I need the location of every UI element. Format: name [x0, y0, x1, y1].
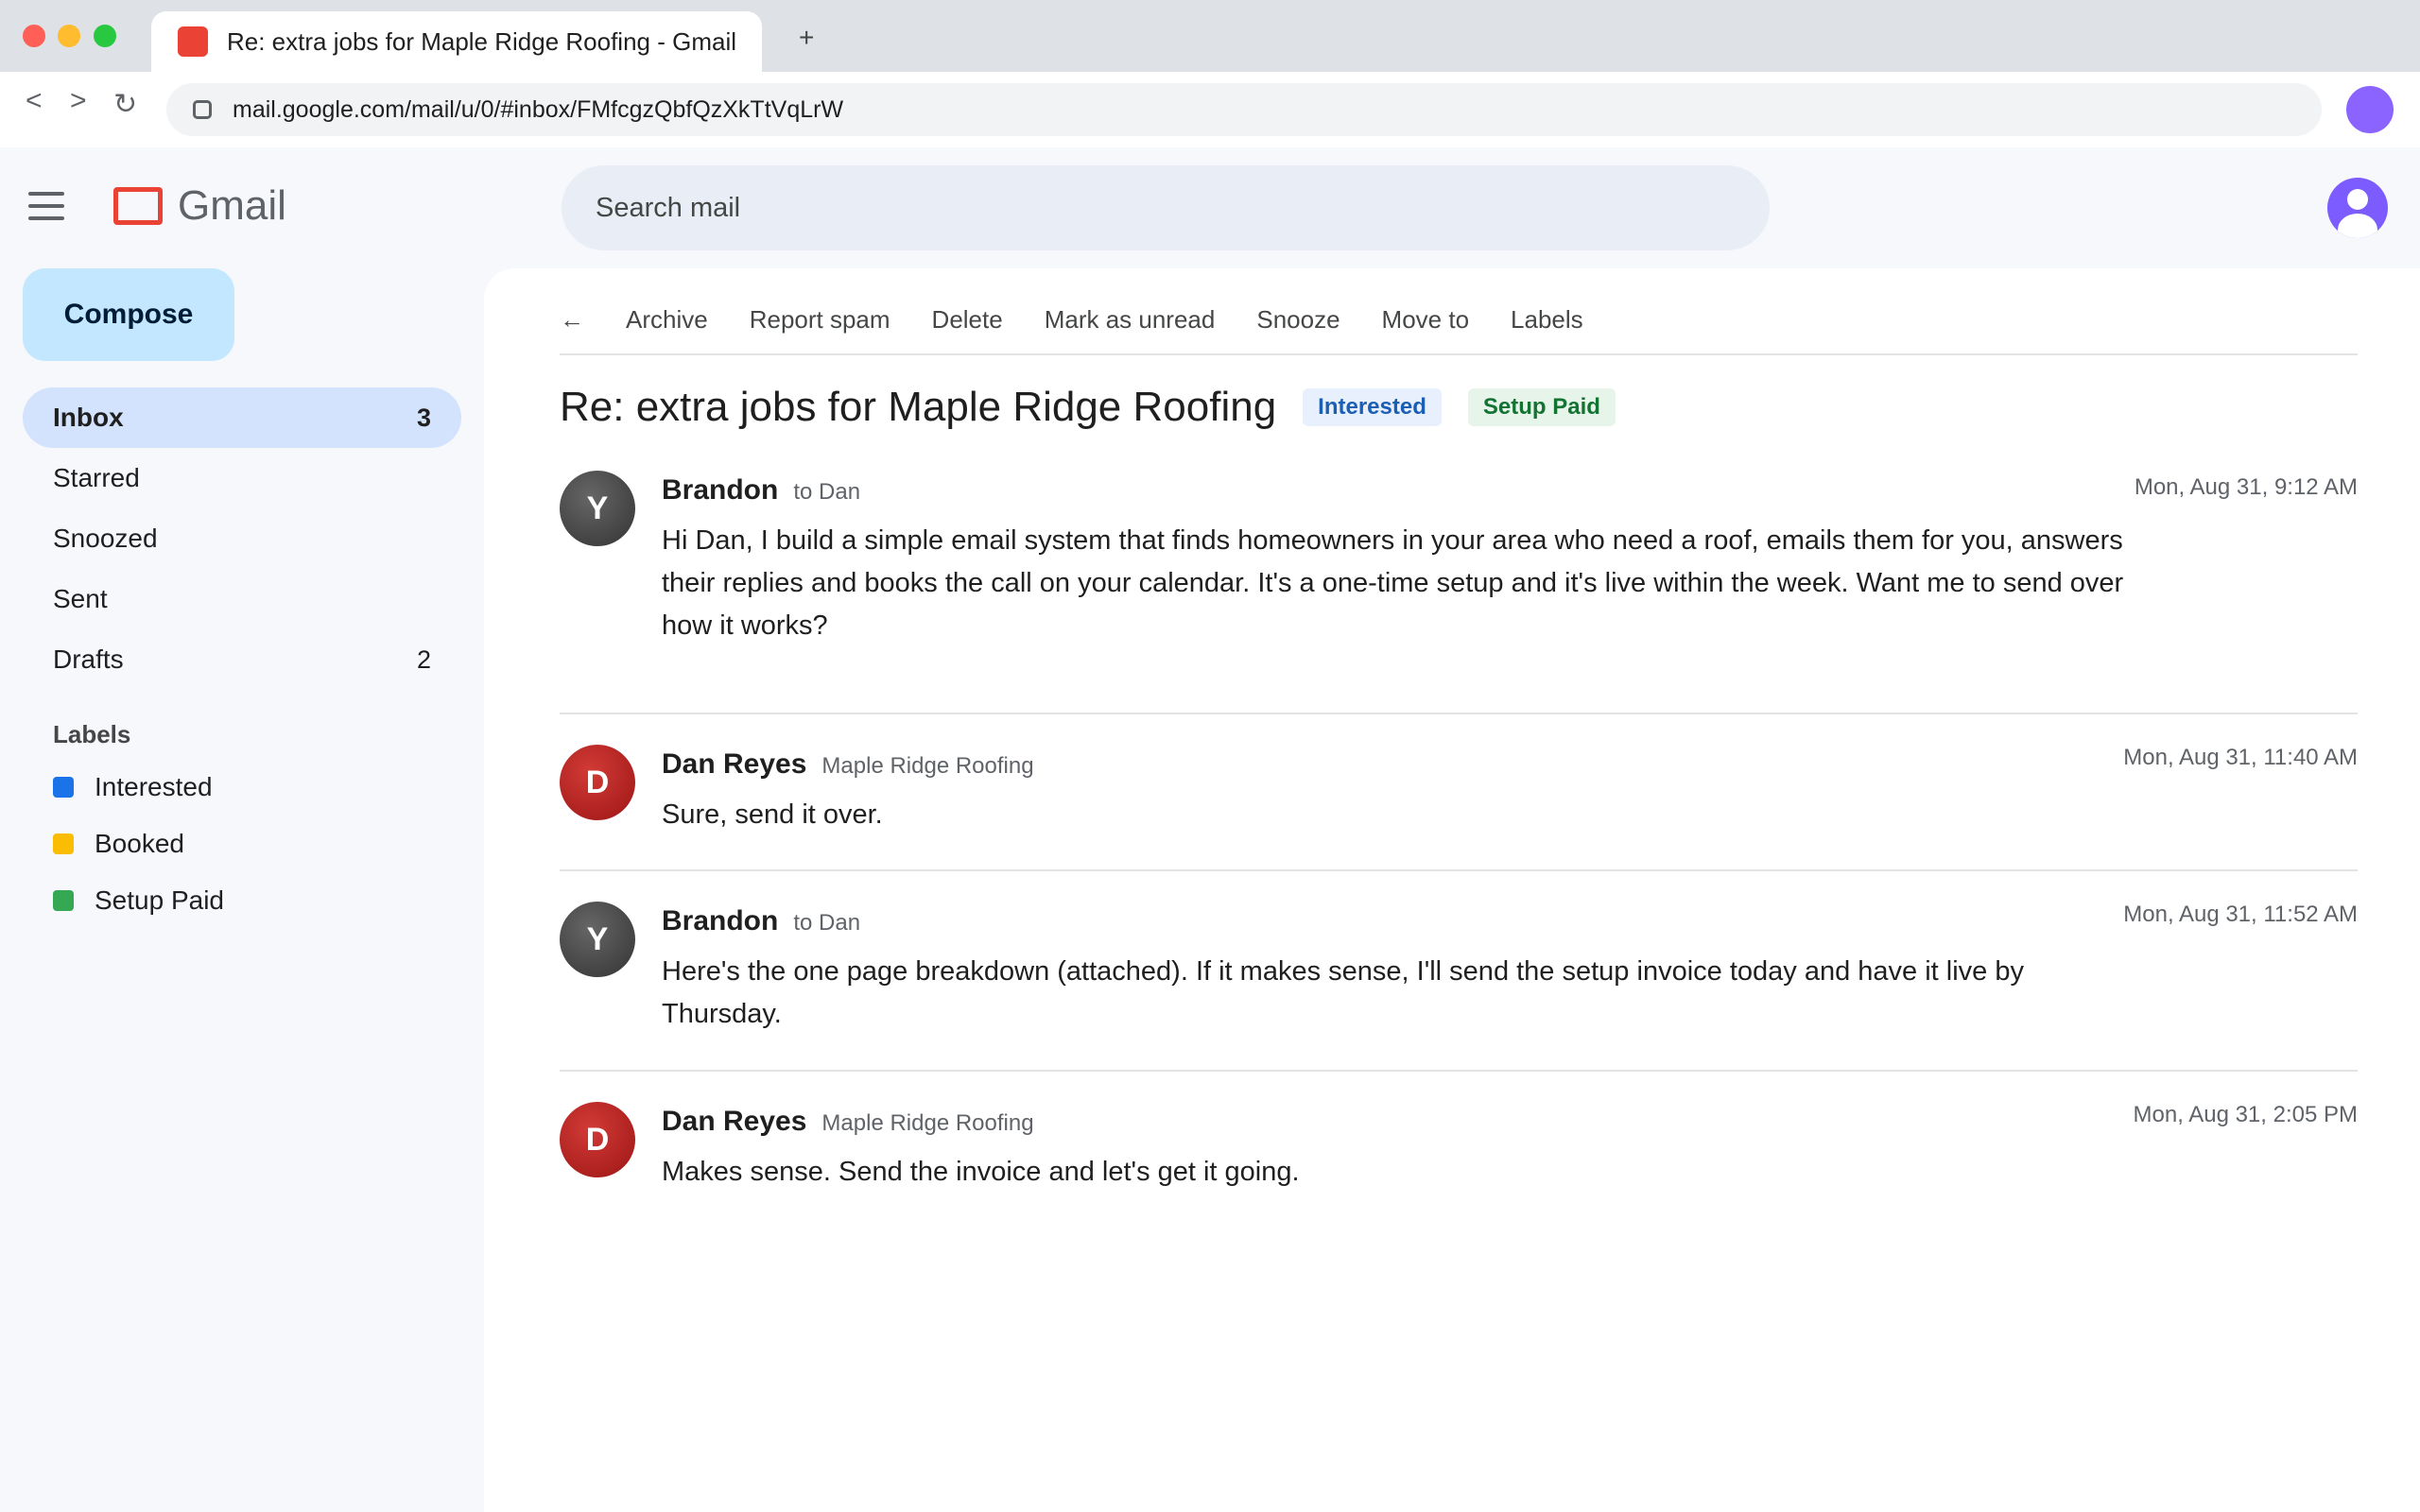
browser-profile-avatar[interactable] [2346, 86, 2394, 133]
forward-button[interactable]: > [70, 87, 87, 115]
account-avatar[interactable] [2327, 178, 2388, 238]
back-button[interactable]: < [26, 87, 43, 115]
mark-unread-button[interactable]: Mark as unread [1045, 305, 1216, 335]
label-chip-setup-paid[interactable]: Setup Paid [1467, 388, 1616, 426]
minimize-window-button[interactable] [58, 25, 80, 47]
back-to-inbox-icon[interactable]: ← [560, 305, 584, 335]
message-item[interactable]: Y Brandon to Dan Mon, Aug 31, 9:12 AM Hi… [560, 471, 2358, 714]
sender-organization: Maple Ridge Roofing [821, 753, 1034, 779]
message-body: Hi Dan, I build a simple email system th… [662, 525, 2124, 641]
message-item[interactable]: Y Brandon to Dan Mon, Aug 31, 11:52 AM H… [560, 871, 2358, 1072]
draft-count: 2 [416, 644, 431, 674]
browser-tab-bar: Re: extra jobs for Maple Ridge Roofing -… [0, 0, 2420, 72]
subject-row: Re: extra jobs for Maple Ridge Roofing I… [560, 384, 1616, 431]
label-color-icon [53, 833, 74, 854]
url-text: mail.google.com/mail/u/0/#inbox/FMfcgzQb… [233, 95, 844, 123]
sidebar-label-interested[interactable]: Interested [53, 759, 224, 816]
message-time: Mon, Aug 31, 11:52 AM [2123, 902, 2358, 927]
message-body: Here's the one page breakdown (attached)… [662, 956, 2024, 1029]
compose-button[interactable]: Compose [23, 268, 234, 361]
message-body: Makes sense. Send the invoice and let's … [662, 1157, 1300, 1187]
sender-name: Dan Reyes [662, 748, 807, 780]
message-time: Mon, Aug 31, 2:05 PM [2133, 1102, 2358, 1127]
site-info-icon[interactable] [193, 100, 212, 119]
gmail-favicon-icon [178, 26, 208, 57]
message-header: Brandon to Dan [662, 474, 860, 507]
message-list: Y Brandon to Dan Mon, Aug 31, 9:12 AM Hi… [560, 471, 2358, 1223]
labels-button[interactable]: Labels [1511, 305, 1583, 335]
sidebar-item-label: Snoozed [53, 524, 158, 553]
label-name: Setup Paid [95, 885, 224, 915]
label-name: Booked [95, 829, 184, 858]
archive-button[interactable]: Archive [626, 305, 708, 335]
recipient-meta: to Dan [793, 479, 861, 505]
label-color-icon [53, 777, 74, 798]
sidebar-nav: Inbox 3 Starred Snoozed Sent Drafts 2 [23, 387, 461, 690]
label-color-icon [53, 890, 74, 911]
maximize-window-button[interactable] [94, 25, 116, 47]
message-toolbar: ← Archive Report spam Delete Mark as unr… [560, 295, 2358, 344]
sidebar-item-starred[interactable]: Starred [23, 448, 461, 508]
sidebar-item-label: Inbox [53, 403, 124, 432]
label-list: Interested Booked Setup Paid [53, 759, 224, 929]
sidebar-item-sent[interactable]: Sent [23, 569, 461, 629]
sender-name: Dan Reyes [662, 1106, 807, 1137]
message-item[interactable]: D Dan Reyes Maple Ridge Roofing Mon, Aug… [560, 1072, 2358, 1223]
reading-pane: ← Archive Report spam Delete Mark as unr… [484, 268, 2420, 1512]
message-header: Brandon to Dan [662, 905, 860, 937]
main-menu-icon[interactable] [28, 192, 64, 220]
gmail-wordmark[interactable]: Gmail [178, 182, 286, 230]
sender-avatar: D [560, 1102, 635, 1177]
url-bar[interactable]: mail.google.com/mail/u/0/#inbox/FMfcgzQb… [166, 83, 2322, 136]
message-time: Mon, Aug 31, 9:12 AM [2134, 474, 2358, 500]
sidebar-item-label: Sent [53, 584, 108, 613]
recipient-meta: to Dan [793, 910, 861, 936]
tab-title: Re: extra jobs for Maple Ridge Roofing -… [227, 26, 737, 56]
message-body: Sure, send it over. [662, 799, 883, 830]
sidebar-item-snoozed[interactable]: Snoozed [23, 508, 461, 569]
close-window-button[interactable] [23, 25, 45, 47]
browser-tab[interactable]: Re: extra jobs for Maple Ridge Roofing -… [151, 11, 762, 72]
move-to-button[interactable]: Move to [1382, 305, 1470, 335]
sender-avatar: D [560, 745, 635, 820]
sender-name: Brandon [662, 474, 779, 506]
thread-subject: Re: extra jobs for Maple Ridge Roofing [560, 384, 1277, 430]
sidebar-label-booked[interactable]: Booked [53, 816, 224, 872]
divider [560, 353, 2358, 355]
snooze-button[interactable]: Snooze [1256, 305, 1340, 335]
sidebar-item-label: Drafts [53, 644, 124, 674]
sidebar-item-drafts[interactable]: Drafts 2 [23, 629, 461, 690]
delete-button[interactable]: Delete [932, 305, 1003, 335]
search-input[interactable]: Search mail [562, 165, 1770, 250]
message-time: Mon, Aug 31, 11:40 AM [2123, 745, 2358, 770]
message-header: Dan Reyes Maple Ridge Roofing [662, 1106, 1034, 1138]
sender-organization: Maple Ridge Roofing [821, 1110, 1034, 1136]
gmail-logo-icon[interactable] [113, 187, 163, 225]
sidebar-item-inbox[interactable]: Inbox 3 [23, 387, 461, 448]
reload-button[interactable]: ↻ [113, 91, 137, 119]
labels-heading: Labels [53, 720, 131, 748]
label-name: Interested [95, 772, 213, 801]
sender-avatar: Y [560, 902, 635, 977]
sender-name: Brandon [662, 905, 779, 936]
message-item[interactable]: D Dan Reyes Maple Ridge Roofing Mon, Aug… [560, 714, 2358, 871]
new-tab-button[interactable]: + [799, 25, 814, 51]
sidebar-label-setup-paid[interactable]: Setup Paid [53, 872, 224, 929]
sidebar-item-label: Starred [53, 463, 140, 492]
sender-avatar: Y [560, 471, 635, 546]
label-chip-interested[interactable]: Interested [1303, 388, 1442, 426]
report-spam-button[interactable]: Report spam [750, 305, 890, 335]
message-header: Dan Reyes Maple Ridge Roofing [662, 748, 1034, 781]
unread-count: 3 [416, 403, 431, 432]
